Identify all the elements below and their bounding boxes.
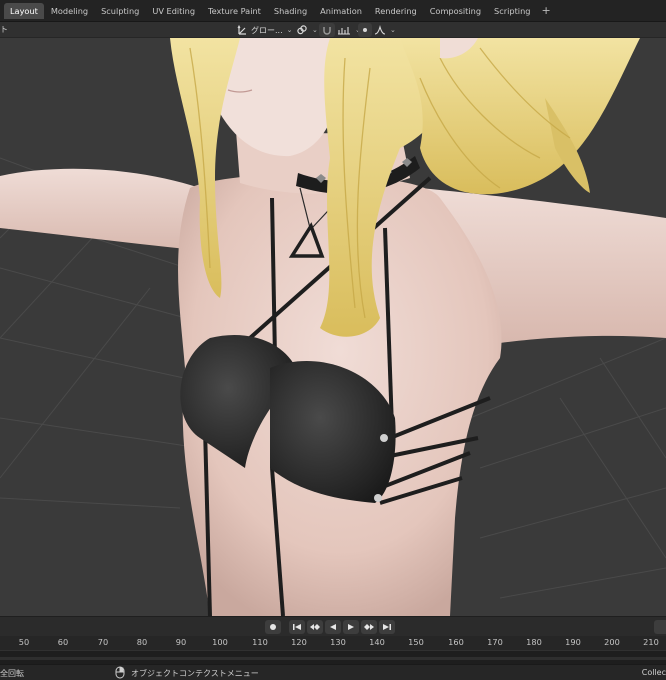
timeline-track[interactable] xyxy=(0,650,666,664)
frame-tick: 60 xyxy=(57,637,69,647)
jump-to-start-button[interactable] xyxy=(289,620,305,634)
transform-orientation-icon xyxy=(237,21,249,40)
jump-to-start-icon xyxy=(293,624,301,630)
proportional-edit-group: ⌄ xyxy=(358,23,396,37)
record-button[interactable] xyxy=(265,620,281,634)
pivot-link-icon xyxy=(296,21,308,40)
next-keyframe-icon xyxy=(364,624,374,630)
play-reverse-icon xyxy=(330,624,336,630)
chevron-down-icon: ⌄ xyxy=(390,26,396,34)
frame-tick: 140 xyxy=(369,637,385,647)
tab-uv-editing[interactable]: UV Editing xyxy=(146,3,201,19)
tab-scripting[interactable]: Scripting xyxy=(488,3,536,19)
status-right-text: Collec xyxy=(641,668,666,677)
record-icon xyxy=(270,624,276,630)
falloff-curve-icon[interactable] xyxy=(374,21,386,40)
next-keyframe-button[interactable] xyxy=(361,620,377,634)
workspace-tab-bar: Layout Modeling Sculpting UV Editing Tex… xyxy=(0,0,666,22)
play-button[interactable] xyxy=(343,620,359,634)
play-icon xyxy=(348,624,354,630)
frame-tick: 110 xyxy=(252,637,268,647)
chevron-down-icon: ⌄ xyxy=(286,26,293,34)
pivot-point-dropdown[interactable]: ⌄ xyxy=(296,23,318,37)
frame-tick: 200 xyxy=(604,637,620,647)
viewport-scene xyxy=(0,38,666,616)
transform-orientation-dropdown[interactable]: グロー... ⌄ xyxy=(237,23,293,37)
status-bar: 全回転 オブジェクトコンテクストメニュー Collec xyxy=(0,664,666,680)
bra-ring xyxy=(374,494,382,502)
playback-controls xyxy=(0,616,666,636)
frame-tick: 180 xyxy=(526,637,542,647)
snap-toggle-group: ⌄ xyxy=(319,23,361,37)
frame-tick: 100 xyxy=(212,637,228,647)
tab-texture-paint[interactable]: Texture Paint xyxy=(202,3,267,19)
frame-tick: 130 xyxy=(330,637,346,647)
snap-magnet-icon[interactable] xyxy=(319,23,335,37)
timeline-ruler[interactable]: 50 60 70 80 90 100 110 120 130 140 150 1… xyxy=(0,636,666,650)
previous-keyframe-icon xyxy=(310,624,320,630)
timeline-range-bar xyxy=(0,657,666,660)
tab-rendering[interactable]: Rendering xyxy=(369,3,423,19)
jump-to-end-icon xyxy=(383,624,391,630)
tab-animation[interactable]: Animation xyxy=(314,3,368,19)
tab-shading[interactable]: Shading xyxy=(268,3,313,19)
frame-tick: 160 xyxy=(448,637,464,647)
jump-to-end-button[interactable] xyxy=(379,620,395,634)
frame-tick: 170 xyxy=(487,637,503,647)
frame-tick: 190 xyxy=(565,637,581,647)
orientation-label: グロー... xyxy=(251,25,283,35)
frame-tick: 210 xyxy=(643,637,659,647)
tab-layout[interactable]: Layout xyxy=(4,2,44,19)
viewport-header: ト グロー... ⌄ ⌄ ⌄ xyxy=(0,22,666,38)
bra-ring xyxy=(380,434,388,442)
header-left-label[interactable]: ト xyxy=(0,24,8,35)
frame-tick: 90 xyxy=(175,637,187,647)
previous-keyframe-button[interactable] xyxy=(307,620,323,634)
mouse-right-click-icon xyxy=(115,666,125,680)
chevron-down-icon: ⌄ xyxy=(312,26,318,34)
frame-tick: 120 xyxy=(291,637,307,647)
frame-tick: 70 xyxy=(97,637,109,647)
play-reverse-button[interactable] xyxy=(325,620,341,634)
3d-viewport[interactable] xyxy=(0,38,666,616)
frame-tick: 50 xyxy=(18,637,30,647)
tab-modeling[interactable]: Modeling xyxy=(45,3,94,19)
proportional-edit-icon[interactable] xyxy=(358,23,372,37)
frame-tick: 80 xyxy=(136,637,148,647)
blender-window: Layout Modeling Sculpting UV Editing Tex… xyxy=(0,0,666,680)
status-context-menu-text: オブジェクトコンテクストメニュー xyxy=(131,669,259,678)
status-left-text: 全回転 xyxy=(0,669,24,678)
frame-tick: 150 xyxy=(408,637,424,647)
tab-sculpting[interactable]: Sculpting xyxy=(95,3,145,19)
snap-increment-icon[interactable] xyxy=(337,21,351,40)
tab-compositing[interactable]: Compositing xyxy=(424,3,487,19)
add-workspace-button[interactable]: + xyxy=(537,4,554,17)
timeline-side-button[interactable] xyxy=(654,620,666,634)
